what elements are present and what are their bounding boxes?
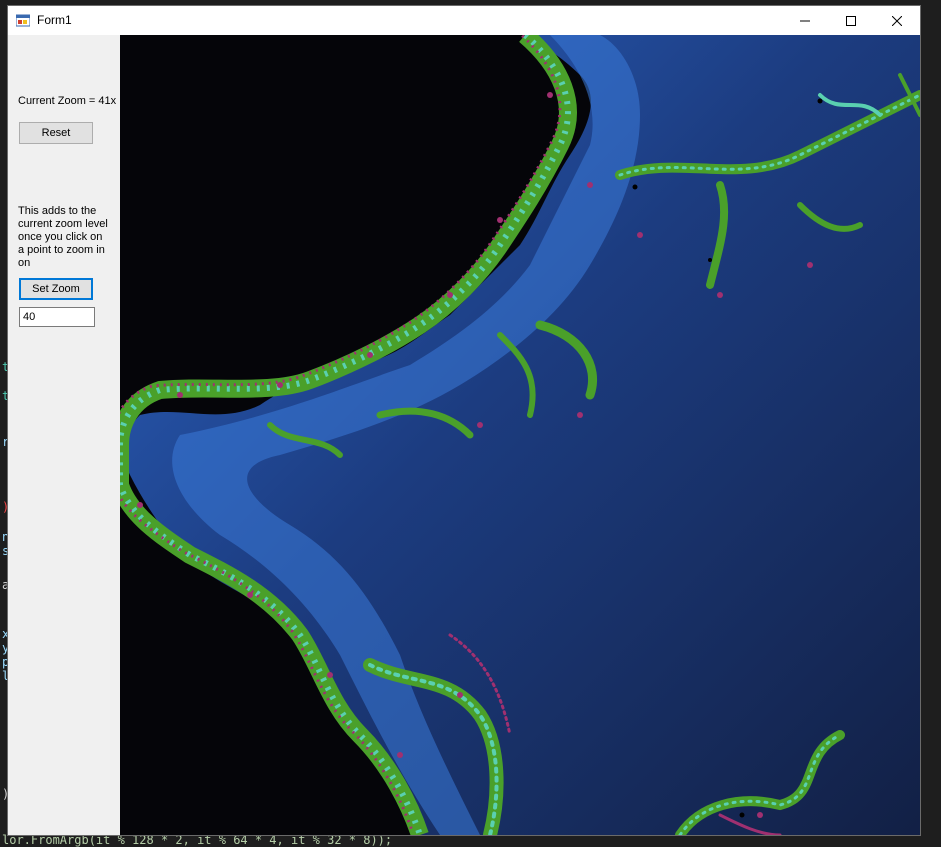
form-app-icon — [16, 14, 30, 27]
form-window: Form1 Current Zoom = 41x Reset This adds… — [7, 5, 921, 836]
set-zoom-button[interactable]: Set Zoom — [19, 278, 93, 300]
client-area: Current Zoom = 41x Reset This adds to th… — [8, 35, 920, 835]
control-panel: Current Zoom = 41x Reset This adds to th… — [8, 35, 120, 835]
minimize-icon — [800, 20, 810, 21]
minimize-button[interactable] — [782, 6, 828, 35]
window-title: Form1 — [37, 13, 72, 27]
maximize-icon — [846, 15, 856, 26]
title-bar[interactable]: Form1 — [8, 6, 920, 35]
fractal-canvas[interactable] — [120, 35, 920, 835]
zoom-help-text: This adds to the current zoom level once… — [18, 205, 108, 269]
close-icon — [892, 15, 902, 26]
current-zoom-label: Current Zoom = 41x — [18, 95, 117, 107]
close-button[interactable] — [874, 6, 920, 35]
reset-button[interactable]: Reset — [19, 122, 93, 144]
zoom-amount-input[interactable] — [19, 307, 95, 327]
maximize-button[interactable] — [828, 6, 874, 35]
fractal-image — [120, 35, 920, 835]
